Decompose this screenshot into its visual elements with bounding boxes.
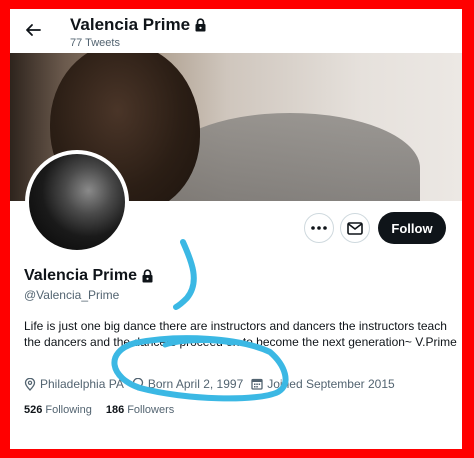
- more-icon: [311, 226, 327, 230]
- joined-text: Joined September 2015: [267, 377, 395, 391]
- birthday-text: Born April 2, 1997: [147, 377, 244, 391]
- header-name: Valencia Prime: [70, 15, 191, 34]
- bio: Life is just one big dance there are ins…: [24, 319, 457, 349]
- following-count: 526: [24, 404, 43, 416]
- arrow-left-icon: [26, 24, 41, 36]
- tweet-count: 77 Tweets: [70, 37, 120, 49]
- back-button[interactable]: [22, 19, 44, 41]
- location-item: Philadelphia PA: [24, 377, 124, 391]
- display-name: Valencia Prime: [24, 267, 137, 284]
- handle: @Valencia_Prime: [24, 288, 120, 302]
- envelope-icon: [347, 221, 363, 235]
- following-label: Following: [45, 404, 92, 416]
- lock-icon: [195, 18, 206, 32]
- follow-button[interactable]: Follow: [378, 212, 446, 244]
- profile-name: Valencia Prime: [24, 267, 154, 285]
- birthday-item: Born April 2, 1997: [132, 377, 243, 391]
- balloon-icon: [132, 377, 143, 390]
- follow-stats: 526 Following 186 Followers: [24, 404, 174, 416]
- location-pin-icon: [24, 377, 36, 391]
- followers-label: Followers: [127, 404, 175, 416]
- joined-item: Joined September 2015: [251, 377, 395, 391]
- header-title: Valencia Prime: [70, 15, 207, 35]
- calendar-icon: [251, 378, 263, 390]
- profile-meta: Philadelphia PA Born April 2, 1997 Joine…: [24, 377, 395, 391]
- following-link[interactable]: 526 Following: [24, 404, 92, 416]
- location-text: Philadelphia PA: [40, 377, 124, 391]
- message-button[interactable]: [340, 213, 370, 243]
- followers-count: 186: [105, 404, 125, 416]
- lock-icon: [142, 269, 153, 283]
- avatar[interactable]: [25, 150, 129, 254]
- profile-page: Valencia Prime 77 Tweets Follow Valencia…: [10, 9, 462, 449]
- followers-link[interactable]: 186 Followers: [106, 404, 174, 416]
- more-button[interactable]: [304, 213, 334, 243]
